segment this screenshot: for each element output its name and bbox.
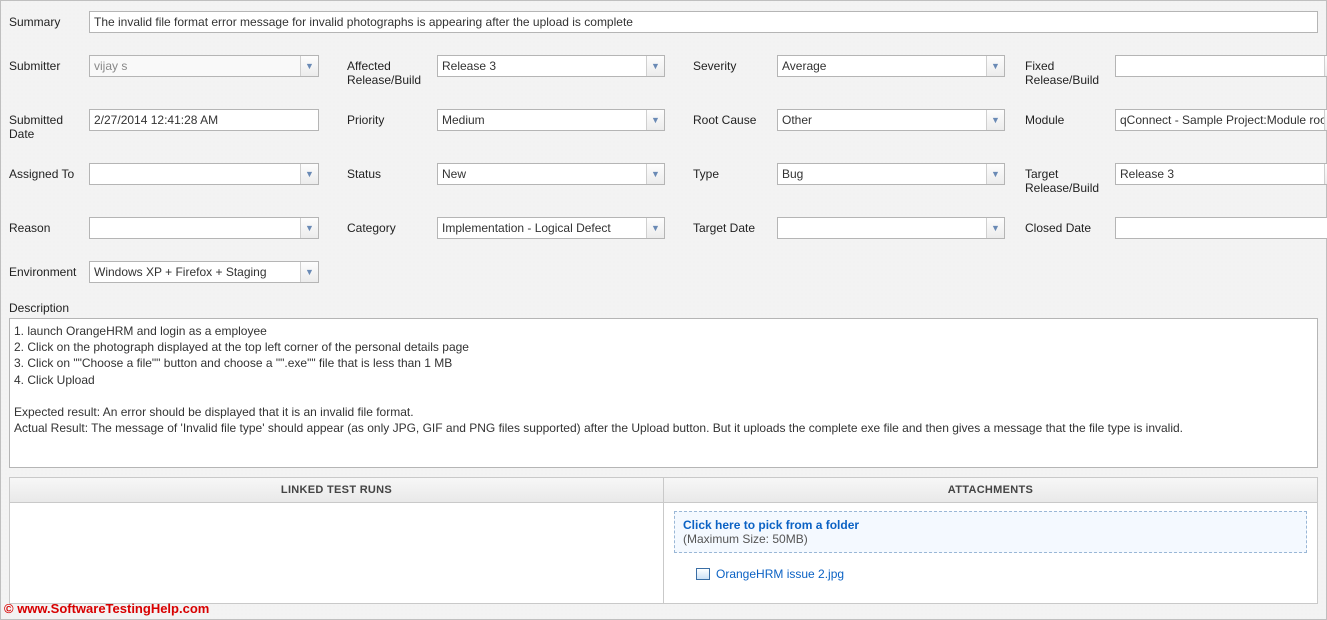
label-environment: Environment: [9, 261, 89, 279]
panel-attachments: ATTACHMENTS Click here to pick from a fo…: [663, 478, 1317, 603]
status-combo[interactable]: New ▼: [437, 163, 665, 185]
label-root-cause: Root Cause: [693, 109, 777, 127]
chevron-down-icon[interactable]: ▼: [300, 164, 318, 184]
label-severity: Severity: [693, 55, 777, 73]
row-6: Environment Windows XP + Firefox + Stagi…: [9, 261, 1318, 283]
upload-size-note: (Maximum Size: 50MB): [683, 532, 808, 546]
row-3: Submitted Date Priority Medium ▼ Root Ca…: [9, 109, 1318, 141]
priority-value: Medium: [438, 110, 646, 130]
label-type: Type: [693, 163, 777, 181]
assigned-to-value: [90, 164, 300, 184]
label-submitted-date: Submitted Date: [9, 109, 89, 141]
label-status: Status: [347, 163, 437, 181]
chevron-down-icon[interactable]: ▼: [646, 164, 664, 184]
category-value: Implementation - Logical Defect: [438, 218, 646, 238]
module-combo[interactable]: qConnect - Sample Project:Module root ▼: [1115, 109, 1327, 131]
image-file-icon: [696, 568, 710, 580]
label-summary: Summary: [9, 11, 89, 29]
row-4: Assigned To ▼ Status New ▼ Type Bug ▼: [9, 163, 1318, 195]
bottom-panels: LINKED TEST RUNS ATTACHMENTS Click here …: [9, 477, 1318, 604]
target-build-value: Release 3: [1116, 164, 1324, 184]
severity-combo[interactable]: Average ▼: [777, 55, 1005, 77]
upload-dropzone[interactable]: Click here to pick from a folder (Maximu…: [674, 511, 1307, 553]
label-affected: Affected Release/Build: [347, 55, 437, 87]
attachment-filename[interactable]: OrangeHRM issue 2.jpg: [716, 567, 844, 581]
label-category: Category: [347, 217, 437, 235]
affected-combo[interactable]: Release 3 ▼: [437, 55, 665, 77]
label-description: Description: [9, 297, 1318, 315]
severity-value: Average: [778, 56, 986, 76]
panel-attachments-body: Click here to pick from a folder (Maximu…: [664, 503, 1317, 603]
chevron-down-icon[interactable]: ▼: [986, 164, 1004, 184]
submitter-value: vijay s: [90, 56, 300, 76]
chevron-down-icon[interactable]: ▼: [986, 218, 1004, 238]
chevron-down-icon[interactable]: ▼: [300, 262, 318, 282]
label-target-build: Target Release/Build: [1025, 163, 1115, 195]
environment-combo[interactable]: Windows XP + Firefox + Staging ▼: [89, 261, 319, 283]
panel-linked-runs: LINKED TEST RUNS: [10, 478, 663, 603]
affected-value: Release 3: [438, 56, 646, 76]
chevron-down-icon[interactable]: ▼: [300, 218, 318, 238]
defect-form-container: Summary Submitter vijay s ▼ Affected Rel…: [0, 0, 1327, 620]
closed-date-input: [1115, 217, 1327, 239]
label-priority: Priority: [347, 109, 437, 127]
status-value: New: [438, 164, 646, 184]
pick-folder-link[interactable]: Click here to pick from a folder: [683, 518, 859, 532]
label-submitter: Submitter: [9, 55, 89, 73]
module-value: qConnect - Sample Project:Module root: [1116, 110, 1324, 130]
chevron-down-icon[interactable]: ▼: [986, 56, 1004, 76]
type-combo[interactable]: Bug ▼: [777, 163, 1005, 185]
environment-value: Windows XP + Firefox + Staging: [90, 262, 300, 282]
label-closed-date: Closed Date: [1025, 217, 1115, 235]
fixed-combo[interactable]: ▼: [1115, 55, 1327, 77]
panel-linked-runs-title: LINKED TEST RUNS: [10, 478, 663, 503]
category-combo[interactable]: Implementation - Logical Defect ▼: [437, 217, 665, 239]
type-value: Bug: [778, 164, 986, 184]
assigned-to-combo[interactable]: ▼: [89, 163, 319, 185]
target-date-combo[interactable]: ▼: [777, 217, 1005, 239]
label-assigned-to: Assigned To: [9, 163, 89, 181]
root-cause-combo[interactable]: Other ▼: [777, 109, 1005, 131]
chevron-down-icon[interactable]: ▼: [646, 218, 664, 238]
label-reason: Reason: [9, 217, 89, 235]
panel-attachments-title: ATTACHMENTS: [664, 478, 1317, 503]
label-module: Module: [1025, 109, 1115, 127]
attachment-row: OrangeHRM issue 2.jpg: [674, 567, 1307, 581]
row-summary: Summary: [9, 11, 1318, 33]
summary-input[interactable]: [89, 11, 1318, 33]
row-5: Reason ▼ Category Implementation - Logic…: [9, 217, 1318, 239]
priority-combo[interactable]: Medium ▼: [437, 109, 665, 131]
submitter-combo: vijay s ▼: [89, 55, 319, 77]
label-target-date: Target Date: [693, 217, 777, 235]
chevron-down-icon: ▼: [300, 56, 318, 76]
target-date-value: [778, 218, 986, 238]
chevron-down-icon[interactable]: ▼: [646, 56, 664, 76]
chevron-down-icon[interactable]: ▼: [646, 110, 664, 130]
description-textarea[interactable]: [9, 318, 1318, 468]
root-cause-value: Other: [778, 110, 986, 130]
target-build-combo[interactable]: Release 3 ▼: [1115, 163, 1327, 185]
panel-linked-runs-body: [10, 503, 663, 603]
label-fixed: Fixed Release/Build: [1025, 55, 1115, 87]
row-2: Submitter vijay s ▼ Affected Release/Bui…: [9, 55, 1318, 87]
form-area: Summary Submitter vijay s ▼ Affected Rel…: [7, 7, 1320, 604]
fixed-value: [1116, 56, 1324, 76]
watermark: © www.SoftwareTestingHelp.com: [4, 601, 209, 616]
chevron-down-icon[interactable]: ▼: [986, 110, 1004, 130]
reason-combo[interactable]: ▼: [89, 217, 319, 239]
reason-value: [90, 218, 300, 238]
submitted-date-input: [89, 109, 319, 131]
